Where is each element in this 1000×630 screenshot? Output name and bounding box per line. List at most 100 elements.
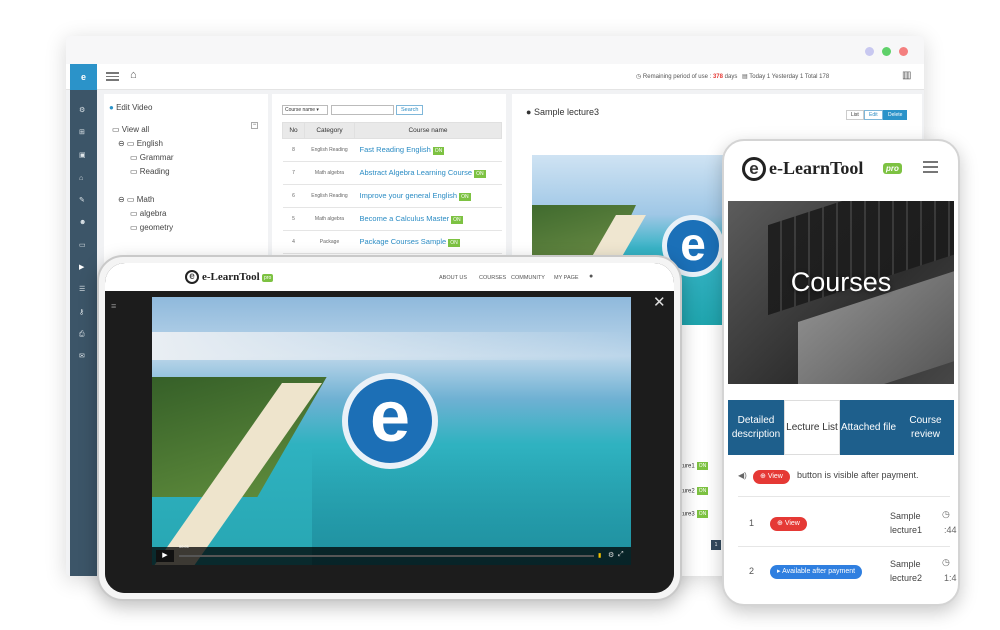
- menu-icon[interactable]: ≡: [111, 301, 116, 311]
- tree-title: ● Edit Video: [109, 103, 153, 112]
- speaker-icon: ◀): [738, 471, 747, 480]
- print-icon[interactable]: ⎙: [79, 331, 87, 338]
- lecture-name[interactable]: Sample lecture2: [890, 557, 930, 585]
- col-course-name: Course name: [354, 122, 502, 139]
- video-icon[interactable]: ▶: [79, 264, 87, 271]
- window-titlebar: [66, 36, 924, 64]
- menu-icon[interactable]: [106, 72, 119, 81]
- window-dot-green[interactable]: [882, 47, 891, 56]
- search-button[interactable]: Search: [396, 105, 424, 115]
- tablet-screen: e e-LearnTool pro ABOUT US COURSES COMMU…: [105, 263, 674, 593]
- home-icon[interactable]: ⌂: [130, 69, 137, 81]
- lecture-row-partial[interactable]: cture1 ON: [678, 462, 709, 470]
- nav-about-us[interactable]: ABOUT US: [439, 275, 467, 281]
- lecture-title: ● Sample lecture3: [526, 107, 599, 117]
- phone-device: e e-LearnTool pro Courses Detailed descr…: [722, 139, 960, 606]
- hero-title: Courses: [790, 267, 892, 297]
- sitemap-icon[interactable]: ⊞: [79, 129, 87, 136]
- tree-item-geometry[interactable]: ▭ geometry: [130, 223, 173, 232]
- tree-view-all[interactable]: ▭ View all: [112, 125, 149, 134]
- video-controls: ▶ 00:01 ▮ ⚙ ⤢: [152, 544, 631, 565]
- admin-topbar: ⌂ ◷ Remaining period of use : 378 days ▤…: [66, 64, 924, 90]
- list-icon[interactable]: ☰: [79, 286, 87, 293]
- view-button[interactable]: ⊕ View: [770, 517, 807, 531]
- video-player[interactable]: e ▶ 00:01 ▮ ⚙ ⤢: [152, 297, 631, 565]
- brand-badge: pro: [262, 274, 274, 282]
- home-side-icon[interactable]: ⌂: [79, 175, 87, 182]
- user-icon[interactable]: ●: [589, 273, 593, 280]
- lecture-name[interactable]: Sample lecture1: [890, 509, 930, 537]
- tab-course-review[interactable]: Course review: [897, 400, 954, 455]
- hero-banner: Courses: [728, 201, 954, 384]
- nav-courses[interactable]: COURSES: [479, 275, 506, 281]
- table-row[interactable]: 8 English Reading Fast Reading English ON: [282, 138, 502, 162]
- course-link[interactable]: Become a Calculus Master: [360, 214, 450, 223]
- available-after-payment-badge: ▸ Available after payment: [770, 565, 863, 579]
- course-link[interactable]: Package Courses Sample: [360, 237, 447, 246]
- edit-button[interactable]: Edit: [864, 110, 883, 120]
- admin-logo[interactable]: e: [70, 64, 97, 90]
- lecture-row-partial[interactable]: cture3 ON: [678, 510, 709, 518]
- tree-collapse-icon[interactable]: −: [251, 122, 258, 129]
- remaining-period: ◷ Remaining period of use : 378 days: [636, 74, 738, 80]
- lecture-no: 2: [749, 566, 755, 576]
- table-row[interactable]: 7 Math algebra Abstract Algebra Learning C…: [282, 161, 502, 185]
- menu-icon[interactable]: [923, 161, 938, 173]
- brand-logo-icon: e: [185, 270, 199, 284]
- phone-brand[interactable]: e-LearnTool: [769, 158, 863, 179]
- fullscreen-icon[interactable]: ⤢: [618, 551, 624, 559]
- nav-my-page[interactable]: MY PAGE: [554, 275, 579, 281]
- tab-detailed-description[interactable]: Detailed description: [728, 400, 784, 455]
- course-table: No Category Course name 8 English Reading…: [282, 122, 502, 254]
- pagination-page[interactable]: 1: [711, 540, 721, 550]
- settings-icon[interactable]: ⚙: [79, 107, 87, 114]
- lecture-no: 1: [749, 518, 755, 528]
- settings-icon[interactable]: ⚙: [608, 551, 614, 559]
- play-icon[interactable]: ▶: [156, 550, 174, 562]
- tablet-device: e e-LearnTool pro ABOUT US COURSES COMMU…: [97, 255, 682, 601]
- window-dot-purple[interactable]: [865, 47, 874, 56]
- course-link[interactable]: Fast Reading English: [360, 145, 431, 154]
- tree-group-math[interactable]: ⊖ ▭ Math: [118, 195, 155, 204]
- search-field-select[interactable]: Course name ▾: [282, 105, 328, 115]
- users-icon[interactable]: ☻: [79, 219, 87, 226]
- pencil-icon[interactable]: ✎: [79, 197, 87, 204]
- nav-community[interactable]: COMMUNITY: [511, 275, 545, 281]
- image-icon[interactable]: ▣: [79, 152, 87, 159]
- tablet-navbar: e e-LearnTool pro ABOUT US COURSES COMMU…: [105, 263, 674, 291]
- close-icon[interactable]: ✕: [653, 293, 666, 311]
- category-tree-panel: ● Edit Video ▭ View all − ⊖ ▭ English ▭ …: [104, 94, 268, 264]
- on-badge: ON: [474, 169, 486, 178]
- clock-icon: ◷: [942, 509, 950, 519]
- tree-item-reading[interactable]: ▭ Reading: [130, 167, 170, 176]
- tab-attached-file[interactable]: Attached file: [840, 400, 897, 455]
- lecture-duration: 1:4: [944, 573, 957, 583]
- notice-view-badge: ⊕ View: [753, 470, 790, 484]
- on-badge: ON: [459, 192, 471, 201]
- tab-lecture-list[interactable]: Lecture List: [784, 400, 840, 455]
- course-link[interactable]: Abstract Algebra Learning Course: [360, 168, 473, 177]
- lecture-row-partial[interactable]: cture2 ON: [678, 487, 709, 495]
- window-dot-red[interactable]: [899, 47, 908, 56]
- folder-icon[interactable]: ▭: [79, 242, 87, 249]
- tree-item-algebra[interactable]: ▭ algebra: [130, 209, 166, 218]
- tree-group-english[interactable]: ⊖ ▭ English: [118, 139, 163, 148]
- video-progress-bar[interactable]: [179, 555, 594, 557]
- on-badge: ON: [448, 238, 460, 247]
- tablet-brand[interactable]: e-LearnTool: [202, 271, 260, 283]
- tree-item-grammar[interactable]: ▭ Grammar: [130, 153, 174, 162]
- video-time: 00:01: [179, 544, 190, 549]
- course-link[interactable]: Improve your general English: [360, 191, 458, 200]
- key-icon[interactable]: ⚷: [79, 309, 87, 316]
- delete-button[interactable]: Delete: [883, 110, 908, 120]
- table-row[interactable]: 4 Package Package Courses Sample ON: [282, 230, 502, 254]
- video-e-logo: e: [342, 373, 438, 469]
- mail-icon[interactable]: ✉: [79, 353, 87, 360]
- table-row[interactable]: 6 English Reading Improve your general Eng…: [282, 184, 502, 208]
- list-button[interactable]: List: [846, 110, 864, 120]
- book-icon[interactable]: ▥: [902, 70, 911, 81]
- volume-icon[interactable]: ▮: [598, 552, 601, 559]
- payment-notice: button is visible after payment.: [797, 470, 919, 480]
- search-input[interactable]: [331, 105, 394, 115]
- table-row[interactable]: 5 Math algebra Become a Calculus Master ON: [282, 207, 502, 231]
